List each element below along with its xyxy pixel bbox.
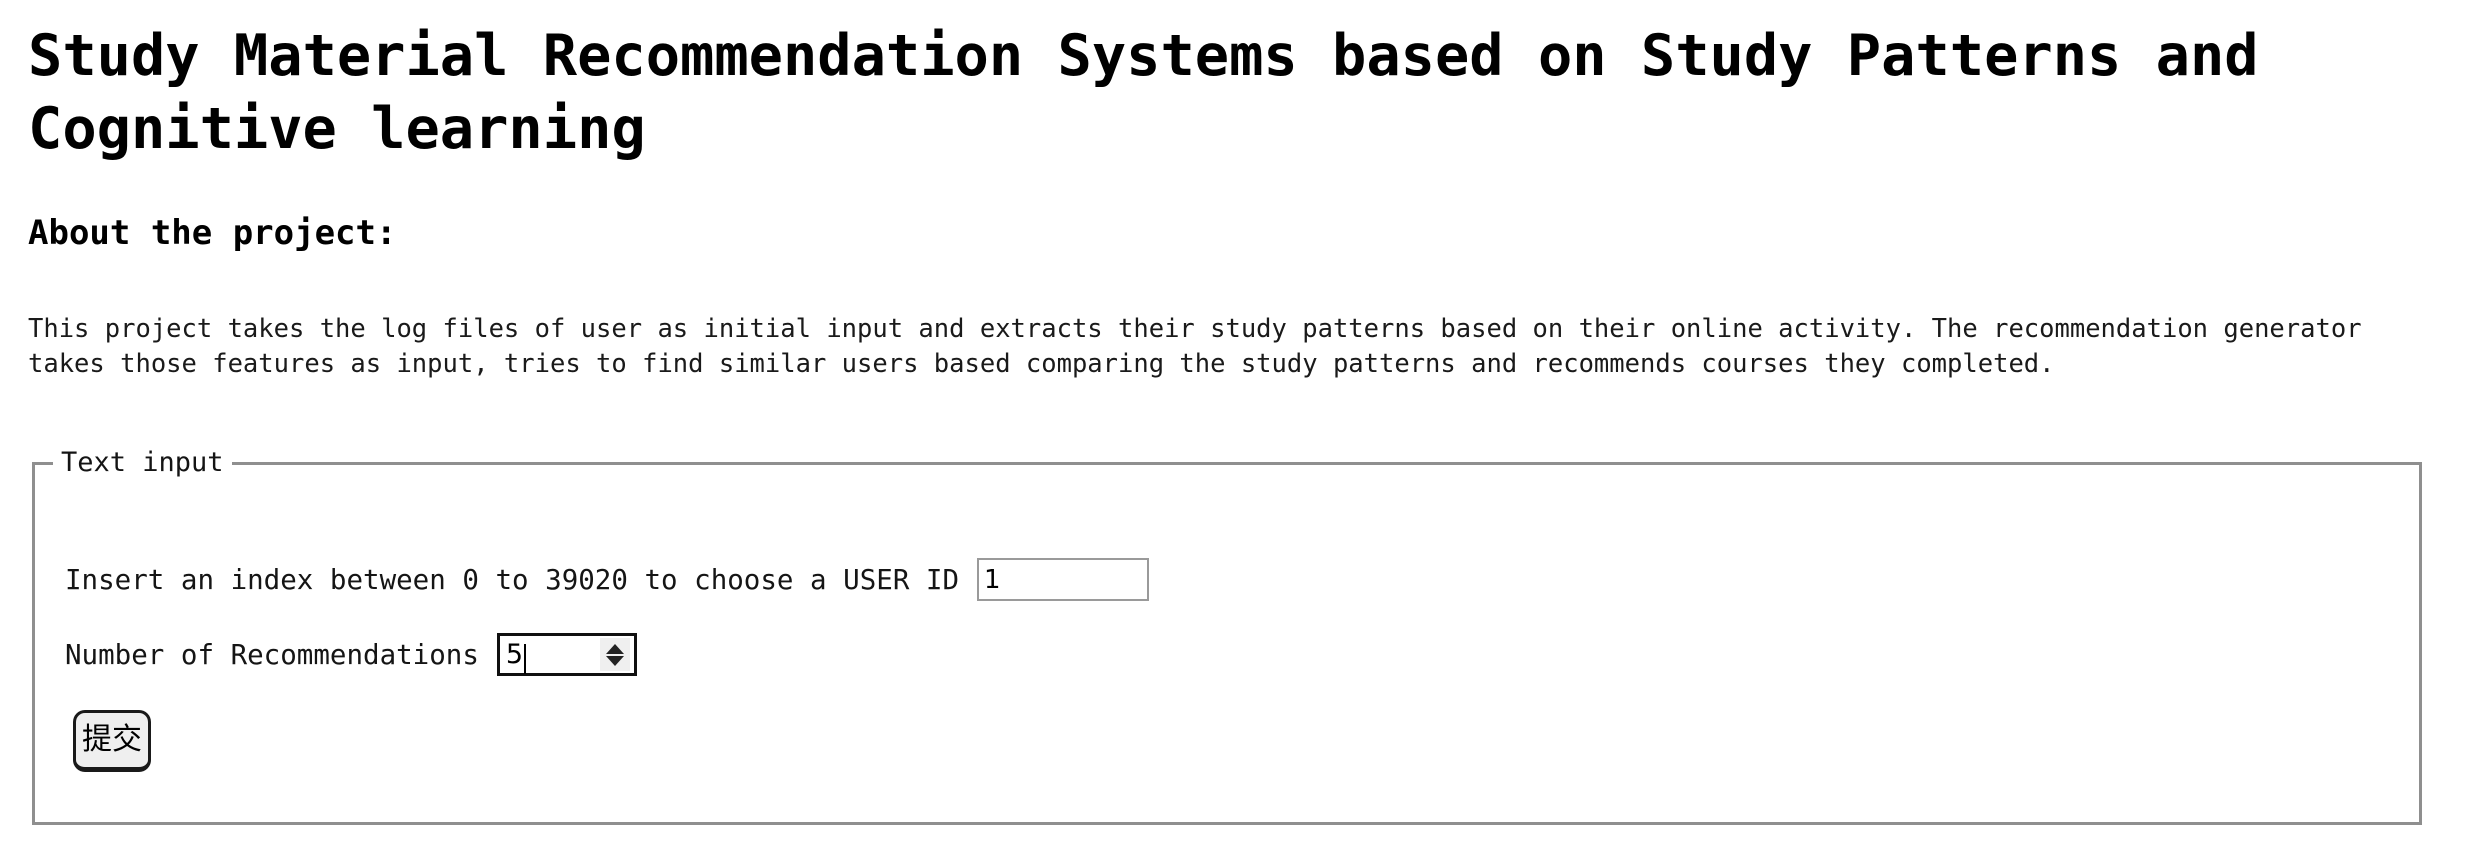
num-recommendations-input[interactable]: 5 [496, 633, 637, 676]
fieldset-legend: Text input [61, 447, 224, 478]
user-id-input[interactable] [977, 558, 1150, 601]
submit-button[interactable]: 提交 [73, 710, 151, 772]
num-recommendations-label: Number of Recommendations [65, 638, 479, 671]
about-paragraph: This project takes the log files of user… [28, 314, 2362, 379]
user-id-field-row: Insert an index between 0 to 39020 to ch… [65, 558, 1150, 601]
num-recommendations-value: 5 [505, 638, 524, 670]
page-title: Study Material Recommendation Systems ba… [28, 23, 2259, 162]
num-recommendations-field-row: Number of Recommendations 5 [65, 633, 637, 676]
page-root: Study Material Recommendation Systems ba… [0, 0, 2466, 850]
section-heading-about: About the project: [28, 213, 397, 253]
text-input-fieldset: Text input Insert an index between 0 to … [32, 448, 2422, 825]
triangle-down-icon[interactable] [605, 655, 624, 666]
number-stepper[interactable] [599, 638, 630, 671]
triangle-up-icon[interactable] [605, 643, 624, 654]
text-caret [524, 643, 527, 674]
user-id-label: Insert an index between 0 to 39020 to ch… [65, 563, 960, 596]
